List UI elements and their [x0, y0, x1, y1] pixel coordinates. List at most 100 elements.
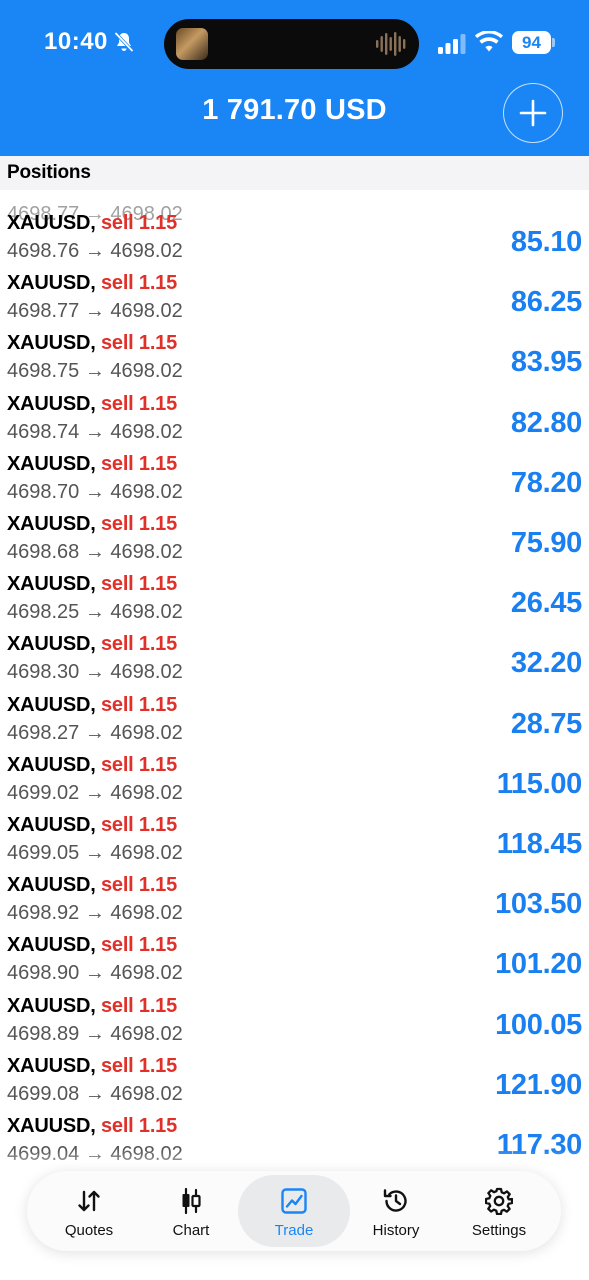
positions-section-header: Positions	[0, 156, 589, 190]
position-title: XAUUSD, sell 1.15	[7, 212, 177, 235]
position-profit: 75.90	[510, 527, 582, 559]
tab-trade[interactable]: Trade	[238, 1175, 350, 1247]
tab-settings[interactable]: Settings	[443, 1175, 555, 1247]
tab-chart[interactable]: Chart	[135, 1175, 247, 1247]
position-side: sell 1.15	[100, 633, 178, 656]
new-order-button[interactable]	[503, 83, 563, 143]
positions-list[interactable]: 4698.77 → 4698.02 XAUUSD, sell 1.15 4698.…	[0, 190, 589, 1170]
position-row[interactable]: XAUUSD, sell 1.15 4698.90 → 4698.02 101.20	[0, 934, 589, 994]
position-prices: 4698.68 → 4698.02	[7, 541, 183, 563]
battery-indicator: 94	[512, 31, 556, 55]
position-profit: 100.05	[495, 1008, 582, 1041]
position-symbol: XAUUSD,	[7, 1054, 96, 1077]
position-side: sell 1.15	[100, 452, 178, 475]
position-symbol: XAUUSD,	[7, 1115, 96, 1137]
gear-icon	[485, 1187, 513, 1215]
tab-history[interactable]: History	[340, 1175, 452, 1247]
battery-cap	[552, 38, 555, 47]
position-symbol: XAUUSD,	[7, 693, 96, 716]
tab-label: Settings	[471, 1222, 527, 1239]
position-symbol: XAUUSD,	[7, 452, 96, 475]
section-title: Positions	[7, 162, 91, 183]
position-row[interactable]: XAUUSD, sell 1.15 4698.74 → 4698.02 82.80	[0, 393, 589, 453]
position-title: XAUUSD, sell 1.15	[7, 1055, 177, 1078]
position-title: XAUUSD, sell 1.15	[7, 995, 177, 1018]
trade-chart-icon	[281, 1188, 307, 1214]
position-row[interactable]: XAUUSD, sell 1.15 4698.92 → 4698.02 103.50	[0, 874, 589, 934]
position-profit: 118.45	[496, 828, 583, 860]
position-title: XAUUSD, sell 1.15	[7, 874, 177, 897]
position-symbol: XAUUSD,	[7, 994, 96, 1017]
position-title: XAUUSD, sell 1.15	[7, 814, 177, 837]
position-profit: 83.95	[510, 346, 582, 379]
position-title: XAUUSD, sell 1.15	[7, 332, 177, 355]
tab-quotes[interactable]: Quotes	[33, 1175, 145, 1247]
position-symbol: XAUUSD,	[7, 212, 96, 234]
position-symbol: XAUUSD,	[7, 272, 96, 295]
position-profit: 78.20	[510, 466, 582, 499]
position-title: XAUUSD, sell 1.15	[7, 272, 177, 295]
position-side: sell 1.15	[100, 1054, 178, 1077]
position-row[interactable]: XAUUSD, sell 1.15 4699.02 → 4698.02 115.00	[0, 754, 589, 814]
position-row[interactable]: XAUUSD, sell 1.15 4698.89 → 4698.02 100.05	[0, 995, 589, 1055]
quotes-arrows-icon	[78, 1190, 100, 1212]
position-title: XAUUSD, sell 1.15	[7, 694, 177, 717]
position-prices: 4698.89 → 4698.02	[7, 1022, 183, 1045]
position-side: sell 1.15	[100, 272, 178, 295]
position-side: sell 1.15	[100, 934, 178, 957]
position-title: XAUUSD, sell 1.15	[7, 754, 177, 777]
position-prices: 4699.02 → 4698.02	[7, 781, 183, 804]
history-clock-icon	[383, 1189, 407, 1212]
position-symbol: XAUUSD,	[7, 814, 96, 836]
bell-muted-icon	[114, 31, 134, 53]
position-title: XAUUSD, sell 1.15	[7, 393, 177, 416]
position-prices: 4698.75 → 4698.02	[7, 360, 183, 383]
position-prices: 4698.74 → 4698.02	[7, 420, 183, 443]
position-title: XAUUSD, sell 1.15	[7, 934, 177, 957]
position-side: sell 1.15	[100, 392, 178, 415]
position-profit: 26.45	[510, 587, 582, 620]
dynamic-island	[164, 19, 419, 69]
tab-label: History	[372, 1222, 420, 1239]
status-time: 10:40	[44, 28, 108, 55]
position-symbol: XAUUSD,	[7, 633, 96, 656]
wifi-icon	[475, 31, 503, 52]
position-row[interactable]: XAUUSD, sell 1.15 4699.08 → 4698.02 121.90	[0, 1055, 589, 1115]
position-side: sell 1.15	[100, 573, 178, 596]
position-prices: 4699.05 → 4698.02	[7, 842, 183, 864]
audio-wave-icon	[376, 32, 406, 56]
position-profit: 86.25	[510, 286, 582, 319]
position-row[interactable]: XAUUSD, sell 1.15 4698.75 → 4698.02 83.95	[0, 332, 589, 392]
position-row[interactable]: XAUUSD, sell 1.15 4698.76 → 4698.02 85.10	[0, 212, 589, 272]
position-prices: 4698.70 → 4698.02	[7, 480, 183, 503]
position-row[interactable]: XAUUSD, sell 1.15 4698.77 → 4698.02 86.25	[0, 272, 589, 332]
position-symbol: XAUUSD,	[7, 332, 96, 355]
position-side: sell 1.15	[100, 513, 178, 535]
position-row[interactable]: XAUUSD, sell 1.15 4698.30 → 4698.02 32.20	[0, 633, 589, 693]
app-header: 10:40 94 1 791.70 USD	[0, 0, 589, 156]
position-row[interactable]: XAUUSD, sell 1.15 4698.68 → 4698.02 75.90	[0, 513, 589, 573]
position-profit: 28.75	[510, 707, 582, 740]
position-symbol: XAUUSD,	[7, 753, 96, 776]
position-row[interactable]: XAUUSD, sell 1.15 4698.27 → 4698.02 28.75	[0, 694, 589, 754]
position-symbol: XAUUSD,	[7, 573, 96, 596]
position-symbol: XAUUSD,	[7, 513, 96, 535]
position-prices: 4698.90 → 4698.02	[7, 962, 183, 985]
position-row[interactable]: XAUUSD, sell 1.15 4698.70 → 4698.02 78.20	[0, 453, 589, 513]
position-title: XAUUSD, sell 1.15	[7, 513, 177, 536]
position-prices: 4698.77 → 4698.02	[7, 300, 183, 323]
position-profit: 85.10	[510, 226, 582, 258]
account-balance: 1 791.70 USD	[202, 94, 387, 126]
position-prices: 4698.92 → 4698.02	[7, 902, 183, 925]
tab-label: Quotes	[64, 1222, 114, 1239]
tab-label: Trade	[274, 1222, 314, 1239]
position-profit: 32.20	[510, 647, 582, 680]
position-side: sell 1.15	[100, 212, 178, 234]
position-row[interactable]: XAUUSD, sell 1.15 4698.25 → 4698.02 26.45	[0, 573, 589, 633]
position-symbol: XAUUSD,	[7, 392, 96, 415]
now-playing-artwork	[176, 28, 208, 60]
position-row[interactable]: XAUUSD, sell 1.15 4699.05 → 4698.02 118.45	[0, 814, 589, 874]
position-profit: 121.90	[495, 1068, 582, 1101]
candlestick-icon	[182, 1187, 201, 1215]
tab-label: Chart	[172, 1222, 210, 1239]
